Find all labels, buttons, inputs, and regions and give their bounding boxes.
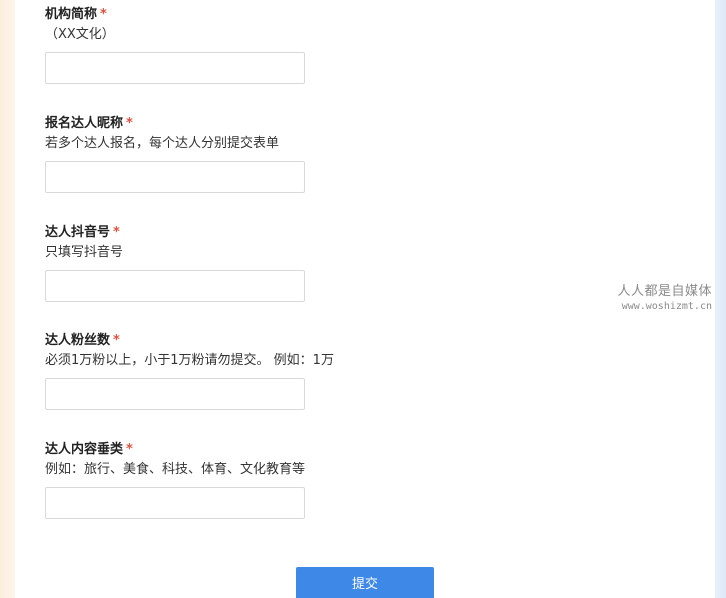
required-mark: * <box>100 7 107 22</box>
field-follower-count: 达人粉丝数 * 必须1万粉以上，小于1万粉请勿提交。 例如：1万 <box>45 332 334 410</box>
field-label: 达人内容垂类 * <box>45 442 133 457</box>
watermark-url: www.woshizmt.cn <box>621 301 712 312</box>
field-label: 机构简称 * <box>45 7 107 22</box>
field-hint: （XX文化） <box>45 27 115 42</box>
submit-button[interactable]: 提交 <box>296 567 434 598</box>
creator-nickname-input[interactable] <box>45 161 305 193</box>
field-label: 报名达人昵称 * <box>45 116 133 131</box>
watermark: 人人都是自媒体 www.woshizmt.cn <box>617 283 712 313</box>
field-label: 达人抖音号 * <box>45 225 120 240</box>
field-hint: 必须1万粉以上，小于1万粉请勿提交。 例如：1万 <box>45 353 334 368</box>
field-hint: 若多个达人报名，每个达人分别提交表单 <box>45 136 280 151</box>
required-mark: * <box>113 225 120 240</box>
field-org-abbr: 机构简称 * （XX文化） <box>45 6 305 84</box>
required-mark: * <box>126 442 133 457</box>
douyin-id-input[interactable] <box>45 270 305 302</box>
form-card: 机构简称 * （XX文化） 报名达人昵称 * 若多个达人报名，每个达人分别提交表单 … <box>15 0 715 598</box>
follower-count-input[interactable] <box>45 378 305 410</box>
watermark-title: 人人都是自媒体 <box>617 284 712 299</box>
required-mark: * <box>113 333 120 348</box>
field-label: 达人粉丝数 * <box>45 333 120 348</box>
required-mark: * <box>126 116 133 131</box>
field-douyin-id: 达人抖音号 * 只填写抖音号 <box>45 224 305 302</box>
content-category-input[interactable] <box>45 487 305 519</box>
org-abbr-input[interactable] <box>45 52 305 84</box>
field-hint: 例如：旅行、美食、科技、体育、文化教育等 <box>45 462 306 477</box>
field-creator-nickname: 报名达人昵称 * 若多个达人报名，每个达人分别提交表单 <box>45 115 305 193</box>
field-hint: 只填写抖音号 <box>45 245 124 260</box>
field-content-category: 达人内容垂类 * 例如：旅行、美食、科技、体育、文化教育等 <box>45 441 305 519</box>
